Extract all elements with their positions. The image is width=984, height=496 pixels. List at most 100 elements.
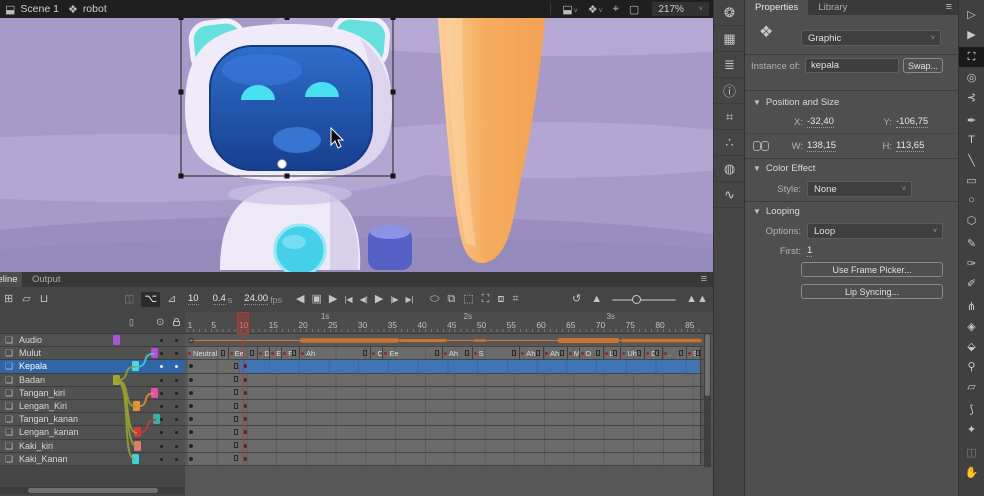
edit-symbols-button[interactable]: ❖˅ — [588, 3, 603, 16]
layer-visibility-dot[interactable] — [160, 458, 163, 461]
mouth-keyframe-dot[interactable] — [664, 352, 667, 355]
frame-row-kaki_kiri[interactable] — [185, 440, 713, 453]
parenting-swatch[interactable] — [151, 348, 158, 358]
keyframe-dot[interactable] — [189, 457, 193, 461]
lip-syncing-button[interactable]: Lip Syncing... — [801, 284, 943, 299]
mouth-keyframe-dot[interactable] — [581, 352, 584, 355]
layer-lock-dot[interactable] — [175, 418, 178, 421]
use-frame-picker-button[interactable]: Use Frame Picker... — [801, 262, 943, 277]
timeline-zoom-in-button[interactable]: ▲▲ — [686, 294, 708, 305]
new-layer-button[interactable]: ⊞ — [4, 294, 13, 305]
width-tool[interactable]: ⟆ — [959, 399, 984, 419]
layer-visibility-dot[interactable] — [160, 379, 163, 382]
hand-tool[interactable]: ✋ — [959, 462, 984, 482]
show-parenting-view-button[interactable]: ⌥ — [141, 292, 160, 307]
parenting-swatch[interactable] — [134, 427, 141, 437]
frame-span[interactable] — [187, 426, 701, 438]
layer-lock-dot[interactable] — [175, 365, 178, 368]
parenting-swatch[interactable] — [132, 454, 139, 464]
center-frame-button[interactable]: ⌖ — [613, 3, 619, 16]
parenting-swatch[interactable] — [151, 388, 158, 398]
frame-row-audio[interactable] — [185, 334, 713, 347]
timeline-zoom-slider-knob[interactable] — [632, 295, 641, 304]
loop-playback-button[interactable]: ▣ — [311, 294, 321, 305]
swap-button[interactable]: Swap... — [903, 58, 943, 73]
step-forward-button[interactable]: ▶ — [329, 294, 337, 305]
symbol-type-select[interactable]: Graphic˅ — [801, 30, 941, 46]
mouth-keyframe-dot[interactable] — [474, 352, 477, 355]
keyframe-dot[interactable] — [189, 391, 193, 395]
panel-menu-icon[interactable]: ≡ — [701, 273, 707, 285]
x-value[interactable]: -32,40 — [807, 116, 834, 128]
lock-column-icon[interactable] — [173, 321, 180, 326]
tab-properties[interactable]: Properties — [745, 0, 808, 15]
color-panel-icon[interactable]: ❂ — [714, 0, 745, 26]
mouth-keyframe-dot[interactable] — [444, 352, 447, 355]
bone-tool[interactable]: ⋔ — [959, 296, 984, 316]
y-value[interactable]: -106,75 — [896, 116, 928, 128]
layer-lock-dot[interactable] — [175, 379, 178, 382]
height-value[interactable]: 113,65 — [896, 140, 924, 152]
timeline-zoom-slider[interactable] — [612, 299, 676, 301]
mouth-keyframe-dot[interactable] — [230, 352, 233, 355]
layer-visibility-dot[interactable] — [160, 352, 163, 355]
current-frame-value[interactable]: 10 — [188, 294, 199, 305]
first-frame-value[interactable]: 1 — [807, 245, 812, 257]
eye-column-icon[interactable]: ⊙ — [156, 317, 164, 328]
layer-lock-dot[interactable] — [175, 392, 178, 395]
frame-row-tangan_kiri[interactable] — [185, 387, 713, 400]
transform-panel-icon[interactable]: ⌗ — [714, 104, 745, 130]
layer-row-tangan_kiri[interactable]: ❏Tangan_kiri — [0, 387, 185, 400]
frame-span[interactable] — [187, 387, 701, 399]
keyframe-dot[interactable] — [189, 444, 193, 448]
next-frame-button[interactable]: |▶ — [390, 296, 398, 304]
tab-output[interactable]: Output — [24, 272, 69, 287]
eraser-tool[interactable]: ▱ — [959, 376, 984, 396]
show-graph-view-button[interactable]: ⊿ — [167, 294, 176, 305]
stage-zoom-select[interactable]: 217% ˅ — [652, 2, 709, 16]
layer-visibility-dot[interactable] — [160, 392, 163, 395]
ink-bottle-tool[interactable]: ⬙ — [959, 336, 984, 356]
frame-row-kepala[interactable] — [185, 360, 713, 373]
pencil-tool[interactable]: ✎ — [959, 233, 984, 253]
delete-layer-button[interactable]: ⊔ — [40, 294, 49, 305]
polystar-tool[interactable]: ⬡ — [959, 210, 984, 230]
loop-options-select[interactable]: Loop˅ — [807, 223, 943, 239]
layer-visibility-dot[interactable] — [160, 445, 163, 448]
layer-row-lengan_kiri[interactable]: ❏Lengan_Kiri — [0, 400, 185, 413]
mouth-keyframe-dot[interactable] — [301, 352, 304, 355]
layer-visibility-dot[interactable] — [160, 339, 163, 342]
frame-row-lengan_kiri[interactable] — [185, 400, 713, 413]
mouth-keyframe-dot[interactable] — [283, 352, 286, 355]
looping-section-header[interactable]: ▼Looping — [753, 206, 800, 217]
modify-markers-button[interactable]: ⛶ — [482, 294, 490, 305]
onion-skin-outlines-button[interactable]: ⧉ — [447, 294, 455, 305]
layer-visibility-dot[interactable] — [160, 365, 163, 368]
gradient-transform-tool[interactable]: ◎ — [959, 67, 984, 87]
frame-span[interactable] — [187, 413, 701, 425]
parenting-swatch[interactable] — [133, 401, 140, 411]
layer-lock-dot[interactable] — [175, 458, 178, 461]
frame-row-mulut[interactable]: NeutralEeDEFAhCEeAhSAhAhMDLUhD.S — [185, 347, 713, 360]
frame-rate-value[interactable]: 24.00 — [244, 294, 268, 305]
frame-span[interactable] — [187, 400, 701, 412]
frame-span[interactable] — [187, 440, 701, 452]
step-back-button[interactable]: ◀ — [296, 294, 304, 305]
new-folder-button[interactable]: ▱ — [22, 294, 30, 305]
onion-skin-button[interactable]: ⬭ — [430, 294, 439, 305]
frame-row-lengan_kanan[interactable] — [185, 426, 713, 439]
instance-name-field[interactable]: kepala — [805, 58, 899, 73]
mouth-keyframe-dot[interactable] — [569, 352, 572, 355]
classic-brush-tool[interactable]: ✐ — [959, 273, 984, 293]
selected-frame-span[interactable] — [239, 360, 699, 372]
pen-tool[interactable]: ✒ — [959, 110, 984, 130]
parenting-swatch[interactable] — [132, 361, 139, 371]
previous-frame-button[interactable]: ◀| — [360, 296, 368, 304]
layer-visibility-dot[interactable] — [160, 418, 163, 421]
link-width-height-icon[interactable] — [753, 141, 769, 150]
layer-lock-dot[interactable] — [175, 431, 178, 434]
width-value[interactable]: 138,15 — [807, 140, 836, 152]
edit-multiple-frames-button[interactable]: ⬚ — [463, 294, 473, 305]
layer-visibility-dot[interactable] — [160, 431, 163, 434]
parenting-swatch[interactable] — [153, 414, 160, 424]
